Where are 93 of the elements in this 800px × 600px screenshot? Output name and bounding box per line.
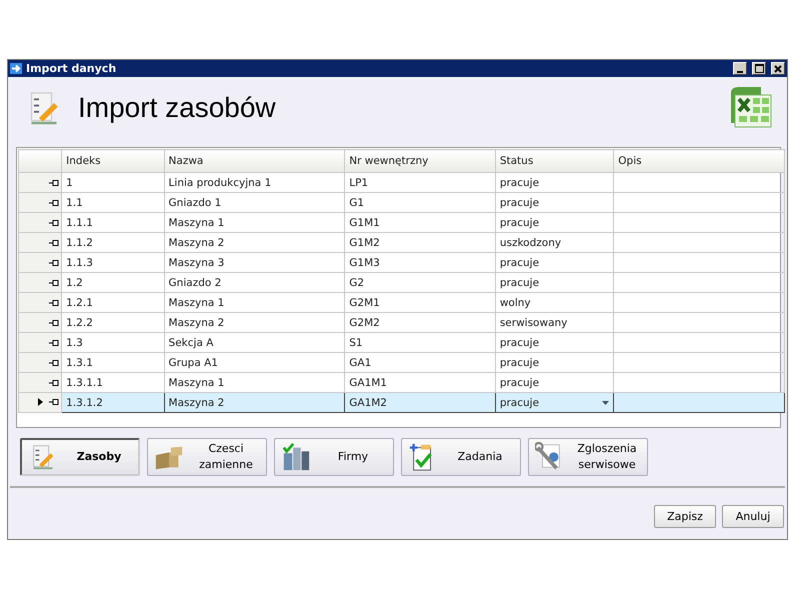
- module-button[interactable]: Czesci zamienne: [147, 438, 267, 476]
- minimize-icon: [737, 70, 743, 72]
- table-cell: S1: [344, 332, 496, 352]
- table-cell: pracuje: [495, 352, 614, 372]
- table-cell: pracuje: [495, 192, 614, 212]
- row-header[interactable]: [18, 172, 62, 192]
- table-cell: Maszyna 2: [164, 392, 345, 412]
- pin-icon: [49, 280, 60, 286]
- table-cell: G2M1: [344, 292, 496, 312]
- row-header[interactable]: [18, 372, 62, 392]
- table-cell: Sekcja A: [164, 332, 345, 352]
- table-cell: wolny: [495, 292, 614, 312]
- minimize-button[interactable]: [733, 62, 747, 75]
- table-cell: 1.1.1: [62, 212, 164, 232]
- table-cell: Maszyna 1: [164, 292, 345, 312]
- column-header[interactable]: Nr wewnętrzny: [344, 150, 496, 172]
- module-button[interactable]: Zasoby: [20, 438, 140, 476]
- column-header[interactable]: Opis: [614, 150, 784, 172]
- table-cell: pracuje: [495, 172, 614, 192]
- table-cell: 1.2.2: [62, 312, 164, 332]
- close-icon: [774, 64, 782, 72]
- row-header[interactable]: [18, 352, 62, 372]
- table-cell: 1.2: [62, 272, 164, 292]
- table-cell: Maszyna 2: [164, 312, 345, 332]
- dropdown-arrow-icon: [602, 400, 610, 404]
- table-cell: Gniazdo 1: [164, 192, 345, 212]
- table-cell: 1: [62, 172, 164, 192]
- row-header[interactable]: [18, 272, 62, 292]
- module-button[interactable]: Zadania: [401, 438, 521, 476]
- pin-icon: [49, 380, 60, 386]
- status-dropdown[interactable]: pracuje: [495, 392, 614, 412]
- dialog-button[interactable]: Anuluj: [722, 505, 784, 528]
- dialog-button[interactable]: Zapisz: [654, 505, 716, 528]
- maximize-icon: [754, 64, 764, 73]
- table-cell: G2: [344, 272, 496, 292]
- pin-icon: [49, 360, 60, 366]
- table-cell: GA1M2: [344, 392, 496, 412]
- column-header[interactable]: Nazwa: [164, 150, 345, 172]
- row-header[interactable]: [18, 212, 62, 232]
- pin-icon: [49, 398, 60, 404]
- pin-icon: [49, 300, 60, 306]
- table-cell: pracuje: [495, 212, 614, 232]
- table-cell: 1.1: [62, 192, 164, 212]
- row-header[interactable]: [18, 392, 62, 412]
- module-button[interactable]: Firmy: [274, 438, 394, 476]
- table-cell: 1.3.1.2: [62, 392, 164, 412]
- table-cell: Linia produkcyjna 1: [164, 172, 345, 192]
- pin-icon: [49, 340, 60, 346]
- pin-icon: [49, 320, 60, 326]
- table-cell: Maszyna 2: [164, 232, 345, 252]
- close-button[interactable]: [771, 62, 785, 75]
- table-cell: GA1: [344, 352, 496, 372]
- pin-icon: [49, 180, 60, 186]
- row-header[interactable]: [18, 192, 62, 212]
- row-header[interactable]: [18, 232, 62, 252]
- row-header[interactable]: [18, 292, 62, 312]
- table-cell: pracuje: [495, 332, 614, 352]
- maximize-button[interactable]: [752, 62, 766, 75]
- table-cell: G1M2: [344, 232, 496, 252]
- pin-icon: [49, 260, 60, 266]
- table-cell: Maszyna 1: [164, 212, 345, 232]
- pin-icon: [49, 200, 60, 206]
- current-row-icon: [38, 398, 44, 406]
- table-cell: Grupa A1: [164, 352, 345, 372]
- table-cell: pracuje: [495, 252, 614, 272]
- table-cell: G1M3: [344, 252, 496, 272]
- table-cell: 1.3: [62, 332, 164, 352]
- table-cell: G2M2: [344, 312, 496, 332]
- table-cell: LP1: [344, 172, 496, 192]
- window-title: Import danych: [26, 62, 118, 75]
- table-cell: 1.3.1: [62, 352, 164, 372]
- pin-icon: [49, 220, 60, 226]
- table-cell: Gniazdo 2: [164, 272, 345, 292]
- table-cell: G1: [344, 192, 496, 212]
- table-cell: serwisowany: [495, 312, 614, 332]
- table-cell: 1.1.2: [62, 232, 164, 252]
- table-cell: uszkodzony: [495, 232, 614, 252]
- column-header[interactable]: Indeks: [62, 150, 164, 172]
- page-title: Import zasobów: [78, 92, 277, 124]
- table-cell: G1M1: [344, 212, 496, 232]
- row-header[interactable]: [18, 332, 62, 352]
- column-header[interactable]: Status: [495, 150, 614, 172]
- row-header[interactable]: [18, 252, 62, 272]
- module-button[interactable]: Zgloszenia serwisowe: [528, 438, 648, 476]
- row-header[interactable]: [18, 312, 62, 332]
- table-cell: 1.2.1: [62, 292, 164, 312]
- row-header: [18, 150, 62, 172]
- table-cell: Maszyna 3: [164, 252, 345, 272]
- table-cell: 1.1.3: [62, 252, 164, 272]
- arrow-icon: [10, 63, 22, 74]
- table-cell: pracuje: [495, 272, 614, 292]
- buildings-icon: [281, 442, 311, 472]
- pin-icon: [49, 240, 60, 246]
